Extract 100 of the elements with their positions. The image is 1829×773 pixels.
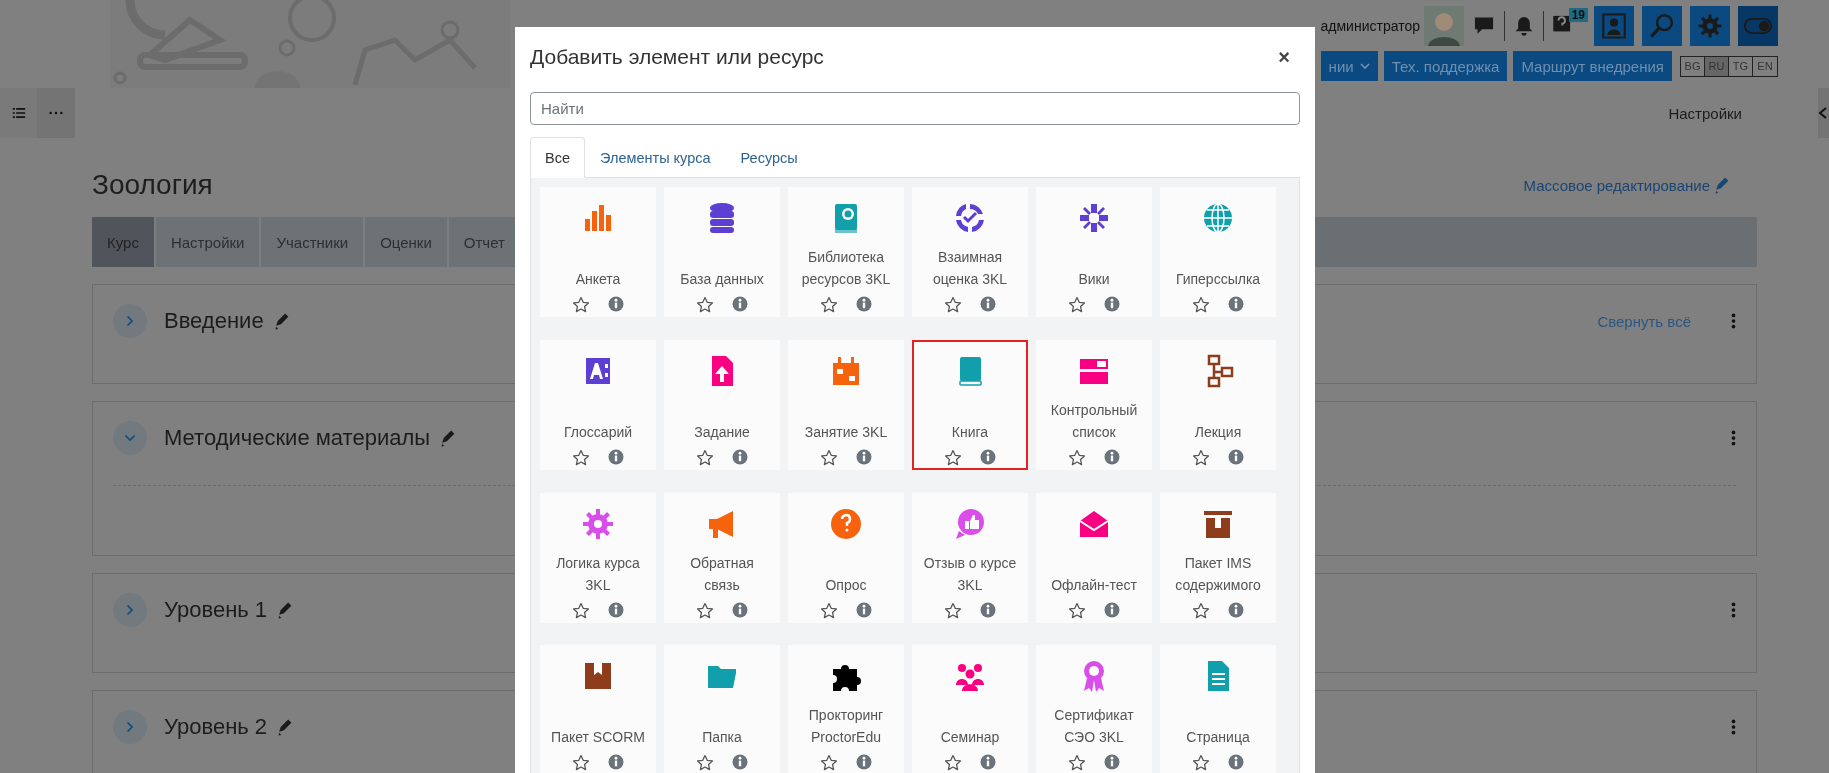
info-icon bbox=[1228, 754, 1244, 771]
activity-card[interactable]: Задание bbox=[664, 339, 780, 470]
star-icon bbox=[820, 754, 838, 773]
star-button[interactable] bbox=[944, 296, 962, 314]
star-button[interactable] bbox=[944, 601, 962, 620]
info-button[interactable] bbox=[1228, 601, 1244, 620]
activity-card[interactable]: Папка bbox=[664, 645, 780, 773]
activity-card[interactable]: Прокторинг ProctorEdu bbox=[788, 645, 904, 773]
info-icon bbox=[1104, 601, 1120, 618]
star-button[interactable] bbox=[572, 296, 590, 314]
activity-card[interactable]: База данных bbox=[664, 187, 780, 317]
activity-card[interactable]: Глоссарий bbox=[540, 339, 656, 470]
info-button[interactable] bbox=[980, 448, 996, 467]
star-button[interactable] bbox=[696, 296, 714, 314]
toggle-button[interactable] bbox=[1738, 6, 1778, 46]
section-menu-button[interactable] bbox=[1731, 602, 1736, 618]
star-button[interactable] bbox=[1068, 754, 1086, 773]
activity-card[interactable]: Пакет SCORM bbox=[540, 645, 656, 773]
star-button[interactable] bbox=[1192, 296, 1210, 314]
activity-card[interactable]: Занятие 3KL bbox=[788, 339, 904, 470]
activity-label: Лекция bbox=[1193, 422, 1243, 442]
info-button[interactable] bbox=[732, 601, 748, 620]
avatar[interactable] bbox=[1424, 6, 1464, 46]
info-button[interactable] bbox=[732, 448, 748, 467]
dialog-tab[interactable]: Ресурсы bbox=[725, 137, 813, 178]
star-button[interactable] bbox=[696, 754, 714, 773]
activity-card[interactable]: Взаимная оценка 3KL bbox=[912, 187, 1028, 317]
activity-card[interactable]: Офлайн-тест bbox=[1036, 492, 1152, 623]
star-button[interactable] bbox=[1068, 601, 1086, 620]
info-icon bbox=[1228, 448, 1244, 465]
star-button[interactable] bbox=[944, 448, 962, 467]
star-button[interactable] bbox=[1068, 296, 1086, 314]
star-icon bbox=[572, 448, 590, 467]
star-button[interactable] bbox=[820, 448, 838, 467]
index-button[interactable] bbox=[0, 88, 37, 138]
info-button[interactable] bbox=[856, 601, 872, 620]
star-button[interactable] bbox=[572, 754, 590, 773]
activity-label: Обратная связь bbox=[689, 553, 755, 595]
dialog-tab[interactable]: Элементы курса bbox=[585, 137, 726, 178]
star-icon bbox=[1192, 601, 1210, 620]
star-button[interactable] bbox=[572, 601, 590, 620]
info-icon bbox=[608, 754, 624, 771]
person-card-icon bbox=[1600, 12, 1628, 40]
info-icon bbox=[980, 601, 996, 618]
info-button[interactable] bbox=[608, 448, 624, 467]
info-button[interactable] bbox=[1228, 448, 1244, 467]
activity-card[interactable]: Книга bbox=[912, 339, 1028, 470]
info-button[interactable] bbox=[856, 448, 872, 467]
dialog-tab[interactable]: Все bbox=[530, 137, 585, 178]
info-button[interactable] bbox=[608, 601, 624, 620]
activity-card[interactable]: Опрос bbox=[788, 492, 904, 623]
section-menu-button[interactable] bbox=[1731, 430, 1736, 446]
activity-card[interactable]: Контрольный список bbox=[1036, 339, 1152, 470]
activity-card[interactable]: Гиперссылка bbox=[1160, 187, 1276, 317]
section-menu-button[interactable] bbox=[1731, 313, 1736, 329]
activity-card[interactable]: Обратная связь bbox=[664, 492, 780, 623]
activity-label: Глоссарий bbox=[562, 422, 634, 442]
activity-card[interactable]: Библиотека ресурсов 3KL bbox=[788, 187, 904, 317]
star-button[interactable] bbox=[820, 601, 838, 620]
info-button[interactable] bbox=[608, 296, 624, 314]
chevron-left-icon bbox=[1818, 106, 1828, 120]
info-button[interactable] bbox=[1104, 601, 1120, 620]
activity-card[interactable]: Сертификат СЭО 3KL bbox=[1036, 645, 1152, 773]
star-button[interactable] bbox=[820, 296, 838, 314]
drawer-handle[interactable] bbox=[1818, 88, 1829, 138]
close-button[interactable]: × bbox=[1278, 45, 1300, 69]
section-toggle[interactable] bbox=[113, 304, 147, 338]
star-button[interactable] bbox=[944, 754, 962, 773]
star-button[interactable] bbox=[696, 601, 714, 620]
search-field[interactable]: Найти bbox=[530, 92, 1300, 125]
section-toggle[interactable] bbox=[113, 593, 147, 627]
info-button[interactable] bbox=[856, 296, 872, 314]
settings-link[interactable]: Настройки bbox=[1668, 104, 1742, 122]
star-button[interactable] bbox=[1192, 601, 1210, 620]
section-toggle[interactable] bbox=[113, 421, 147, 455]
section-menu-button[interactable] bbox=[1731, 719, 1736, 735]
user-name[interactable]: администратор bbox=[1320, 18, 1420, 34]
info-button[interactable] bbox=[1228, 296, 1244, 314]
star-button[interactable] bbox=[1192, 448, 1210, 467]
info-button[interactable] bbox=[980, 296, 996, 314]
activity-card[interactable]: Лекция bbox=[1160, 339, 1276, 470]
star-button[interactable] bbox=[1192, 754, 1210, 773]
activity-label: Семинар bbox=[939, 728, 1001, 748]
activity-card[interactable]: Пакет IMS содержимого bbox=[1160, 492, 1276, 623]
star-button[interactable] bbox=[572, 448, 590, 467]
info-button[interactable] bbox=[980, 601, 996, 620]
star-button[interactable] bbox=[820, 754, 838, 773]
star-button[interactable] bbox=[1068, 448, 1086, 467]
activity-card[interactable]: Страница bbox=[1160, 645, 1276, 773]
info-button[interactable] bbox=[1104, 448, 1120, 467]
activity-card[interactable]: Анкета bbox=[540, 187, 656, 317]
info-button[interactable] bbox=[1104, 296, 1120, 314]
section-toggle[interactable] bbox=[113, 710, 147, 744]
activity-card[interactable]: Логика курса 3KL bbox=[540, 492, 656, 623]
activity-card[interactable]: Семинар bbox=[912, 645, 1028, 773]
info-button[interactable] bbox=[732, 296, 748, 314]
activity-card[interactable]: Отзыв о курсе 3KL bbox=[912, 492, 1028, 623]
activity-label: Контрольный список bbox=[1049, 400, 1139, 442]
star-button[interactable] bbox=[696, 448, 714, 467]
activity-card[interactable]: Вики bbox=[1036, 187, 1152, 317]
